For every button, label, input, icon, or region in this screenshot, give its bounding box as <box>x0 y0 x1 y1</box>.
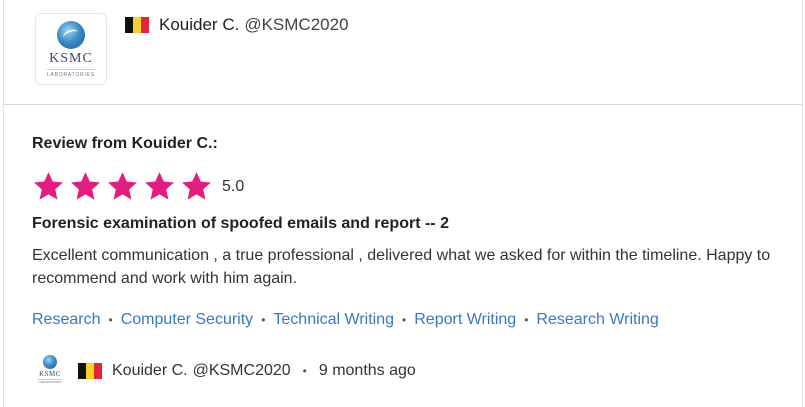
belgium-flag-icon <box>125 17 149 33</box>
logo-text: KSMC <box>49 51 93 66</box>
skill-tags: Research • Computer Security • Technical… <box>32 311 659 329</box>
company-logo-small[interactable]: KSMC LABORATORIES <box>32 353 68 389</box>
globe-icon <box>43 355 57 369</box>
separator-dot: • <box>402 313 407 327</box>
logo-subtext: LABORATORIES <box>46 69 96 78</box>
review-footer: KSMC LABORATORIES Kouider C. @KSMC2020 •… <box>32 353 416 389</box>
rating-score: 5.0 <box>222 177 245 195</box>
separator-dot: • <box>261 313 266 327</box>
review-heading: Review from Kouider C.: <box>32 135 218 152</box>
client-handle[interactable]: @KSMC2020 <box>244 15 348 35</box>
review-card: KSMC LABORATORIES Kouider C. @KSMC2020 <box>3 0 803 407</box>
belgium-flag-icon <box>78 363 102 379</box>
tag-research[interactable]: Research <box>32 311 100 329</box>
logo-subtext: LABORATORIES <box>38 379 62 384</box>
job-title: Forensic examination of spoofed emails a… <box>32 215 449 232</box>
logo-text: KSMC <box>39 370 61 378</box>
tag-computer-security[interactable]: Computer Security <box>121 311 254 329</box>
tag-report-writing[interactable]: Report Writing <box>414 311 516 329</box>
star-icon <box>71 172 100 200</box>
footer-client-name[interactable]: Kouider C. <box>112 362 188 380</box>
separator-dot: • <box>524 313 529 327</box>
review-comment: Excellent communication , a true profess… <box>32 247 771 287</box>
footer-client-handle[interactable]: @KSMC2020 <box>193 362 291 380</box>
client-identity: Kouider C. @KSMC2020 <box>125 15 349 35</box>
separator-dot: • <box>302 364 307 378</box>
star-icon <box>108 172 137 200</box>
star-rating: 5.0 <box>32 170 244 203</box>
tag-research-writing[interactable]: Research Writing <box>536 311 658 329</box>
globe-icon <box>57 21 85 49</box>
review-time: 9 months ago <box>318 362 416 379</box>
tag-technical-writing[interactable]: Technical Writing <box>273 311 394 329</box>
header-section: KSMC LABORATORIES Kouider C. @KSMC2020 <box>4 0 802 105</box>
company-logo[interactable]: KSMC LABORATORIES <box>35 13 107 85</box>
separator-dot: • <box>108 313 113 327</box>
star-icon <box>182 172 211 200</box>
star-icon <box>145 172 174 200</box>
star-icon <box>34 172 63 200</box>
client-name[interactable]: Kouider C. <box>159 15 239 35</box>
